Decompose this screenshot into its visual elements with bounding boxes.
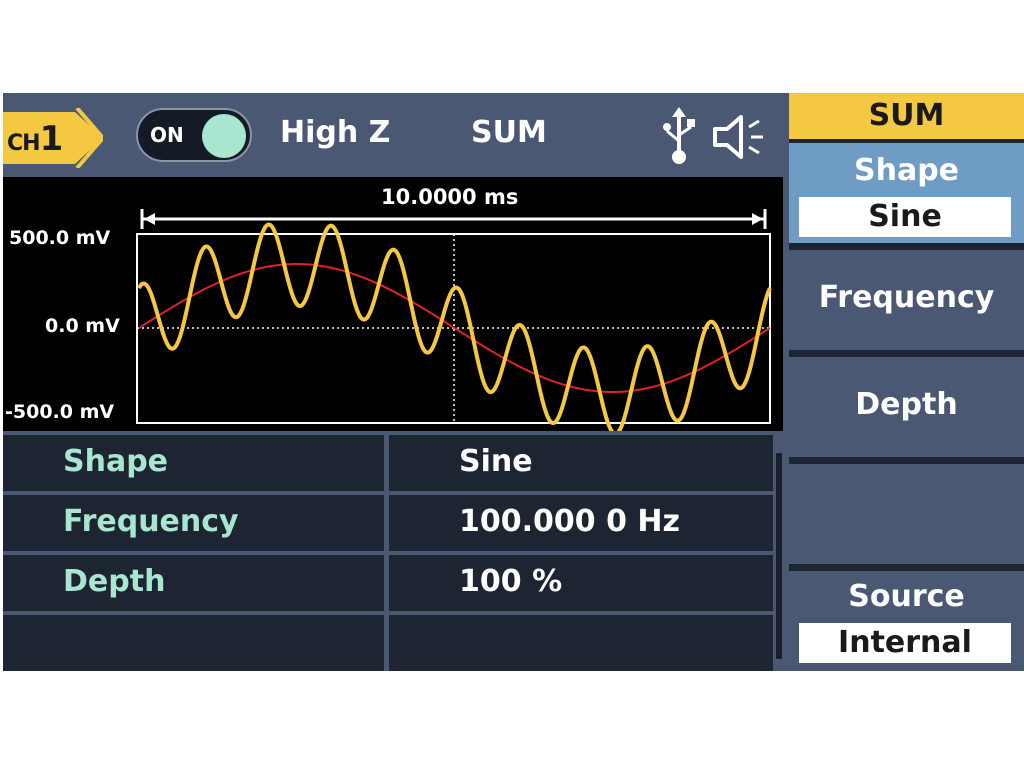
- speaker-icon: [713, 115, 763, 159]
- generator-screen: CH1 ON High Z SUM 10.0000 ms 500.0 mV 0.…: [3, 93, 1024, 671]
- channel-label: CH1: [7, 117, 64, 161]
- output-state-label: ON: [150, 123, 184, 147]
- mode-label: SUM: [471, 115, 547, 150]
- param-value-cell: Sine: [389, 435, 773, 491]
- param-name-cell: Depth: [3, 555, 384, 611]
- param-value-cell: 100 %: [389, 555, 773, 611]
- param-row-empty: [3, 615, 773, 671]
- param-row-frequency[interactable]: Frequency 100.000 0 Hz: [3, 495, 773, 551]
- param-name: Frequency: [63, 504, 239, 539]
- param-name: Shape: [63, 444, 169, 479]
- status-bar: CH1 ON High Z SUM: [3, 93, 783, 177]
- param-value: Sine: [459, 444, 533, 479]
- param-row-shape[interactable]: Shape Sine: [3, 435, 773, 491]
- param-value-cell: [389, 615, 773, 671]
- waveform-plot: [136, 209, 772, 431]
- y-mid-label: 0.0 mV: [45, 315, 120, 337]
- softkey-frequency[interactable]: Frequency: [789, 250, 1024, 350]
- softkey-shape-value: Sine: [799, 197, 1011, 237]
- softkey-source[interactable]: Source Internal: [789, 571, 1024, 671]
- param-value-cell: 100.000 0 Hz: [389, 495, 773, 551]
- channel-prefix: CH: [7, 131, 41, 156]
- softkey-shape[interactable]: Shape Sine: [789, 143, 1024, 243]
- y-bottom-label: -500.0 mV: [5, 401, 115, 423]
- usb-icon: [663, 107, 695, 164]
- softkey-menu: SUM Shape Sine Frequency Depth Source In…: [789, 93, 1024, 671]
- load-label: High Z: [280, 115, 391, 150]
- param-name-cell: Shape: [3, 435, 384, 491]
- channel-number: 1: [39, 119, 64, 159]
- param-name: Depth: [63, 564, 166, 599]
- param-name-cell: Frequency: [3, 495, 384, 551]
- softkey-source-value: Internal: [799, 623, 1011, 663]
- time-span-label: 10.0000 ms: [381, 185, 519, 209]
- toggle-knob: [202, 114, 246, 158]
- softkey-frequency-label: Frequency: [818, 280, 995, 315]
- menu-title: SUM: [789, 93, 1024, 139]
- softkey-depth[interactable]: Depth: [789, 357, 1024, 457]
- softkey-empty[interactable]: [789, 464, 1024, 564]
- time-span-right-arrow: [752, 213, 763, 225]
- softkey-depth-label: Depth: [855, 387, 958, 422]
- waveform-display: 10.0000 ms 500.0 mV 0.0 mV -500.0 mV: [3, 177, 783, 431]
- table-scrollbar[interactable]: [776, 453, 782, 659]
- param-row-depth[interactable]: Depth 100 %: [3, 555, 773, 611]
- y-top-label: 500.0 mV: [9, 227, 111, 249]
- softkey-shape-label: Shape: [853, 153, 960, 188]
- time-span-left-arrow: [144, 213, 155, 225]
- param-value: 100 %: [459, 564, 563, 599]
- softkey-source-label: Source: [848, 579, 965, 614]
- param-name-cell: [3, 615, 384, 671]
- param-value: 100.000 0 Hz: [459, 504, 680, 539]
- output-toggle[interactable]: ON: [136, 108, 252, 162]
